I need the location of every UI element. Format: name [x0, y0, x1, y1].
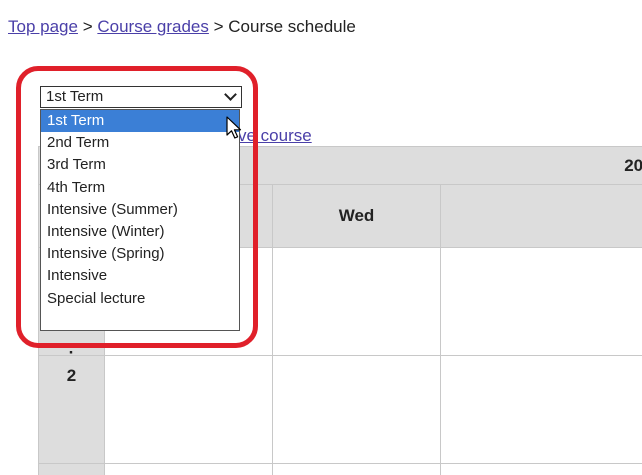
breadcrumb-course-grades[interactable]: Course grades — [97, 17, 209, 36]
schedule-slot[interactable] — [104, 463, 273, 475]
schedule-slot[interactable] — [439, 463, 642, 475]
period-label-2: · 2 — [38, 344, 105, 464]
day-header-wed: Wed — [272, 184, 441, 248]
breadcrumb-separator: > — [213, 17, 224, 36]
schedule-slot[interactable] — [104, 355, 273, 464]
breadcrumb: Top page > Course grades > Course schedu… — [8, 17, 356, 37]
schedule-slot[interactable] — [272, 463, 441, 475]
schedule-slot[interactable] — [439, 247, 642, 356]
period-label-3 — [38, 463, 105, 475]
highlight-annotation — [16, 66, 258, 348]
day-header-next — [439, 184, 642, 248]
breadcrumb-separator: > — [82, 17, 93, 36]
schedule-slot[interactable] — [272, 355, 441, 464]
breadcrumb-current: Course schedule — [228, 17, 356, 36]
breadcrumb-top-page[interactable]: Top page — [8, 17, 78, 36]
schedule-slot[interactable] — [439, 355, 642, 464]
schedule-slot[interactable] — [272, 247, 441, 356]
mouse-cursor-icon — [226, 116, 242, 139]
